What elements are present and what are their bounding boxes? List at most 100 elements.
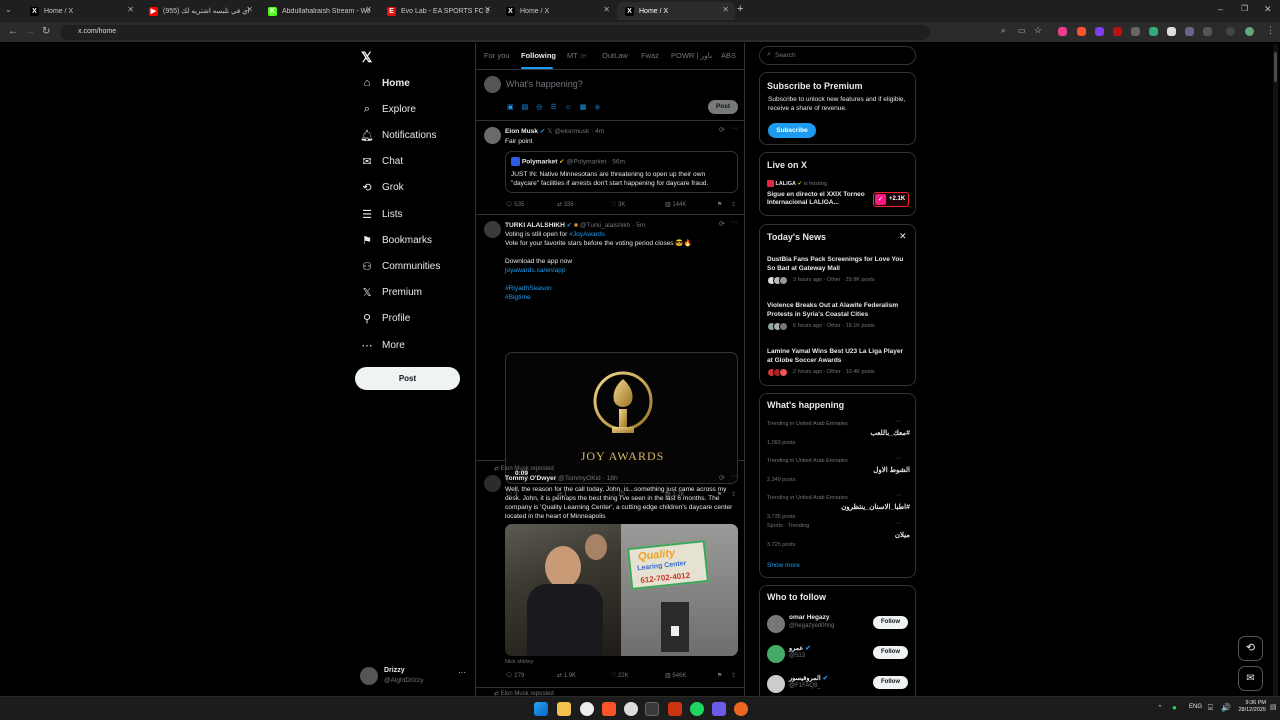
poll-icon[interactable]: ☰ — [550, 104, 564, 111]
show-more-link[interactable]: Show more — [767, 562, 800, 569]
live-card[interactable]: Live on X LALIGA ✔ is hosting Sigue en d… — [759, 152, 916, 216]
avatar[interactable] — [767, 645, 785, 663]
reply-button[interactable]: 🗨 535 — [505, 201, 524, 208]
trend-item[interactable]: Trending in United Arab Emirates ··· #اطبا… — [767, 492, 910, 525]
sidebar-item-chat[interactable]: ✉ Chat — [360, 151, 403, 171]
scrollbar-track[interactable] — [1273, 44, 1278, 696]
more-dots-icon[interactable]: ··· — [895, 492, 902, 499]
like-button[interactable]: ♡ 22K — [611, 672, 629, 679]
repost-button[interactable]: ⇄ 1.9K — [557, 672, 576, 679]
follow-item[interactable]: المروفيسور ✔ @F1FAQ8_ Follow — [760, 671, 917, 699]
tab-search-icon[interactable]: ⌄ — [5, 5, 12, 14]
language-indicator[interactable]: ENG — [1189, 704, 1202, 710]
reply-button[interactable]: 🗨 279 — [505, 672, 524, 679]
avatar[interactable] — [767, 675, 785, 693]
news-item[interactable]: Lamine Yamal Wins Best U23 La Liga Playe… — [767, 348, 910, 390]
x-logo-icon[interactable]: 𝕏 — [361, 49, 372, 66]
sidebar-item-grok[interactable]: ⟲ Grok — [360, 177, 403, 197]
post-button[interactable]: Post — [355, 367, 460, 390]
post-elon[interactable]: Elon Musk ✔ 𝕏 @elonmusk · 4m ⟳ ··· Fair … — [476, 121, 744, 215]
tab-close-icon[interactable]: ✕ — [246, 5, 253, 14]
restore-button[interactable]: ❐ — [1241, 4, 1248, 13]
scrollbar-thumb[interactable] — [1274, 52, 1277, 82]
tab-close-icon[interactable]: ✕ — [603, 5, 610, 14]
share-icon[interactable]: ⇪ — [731, 201, 736, 208]
clock[interactable]: 9:36 PM 28/12/2025 — [1236, 700, 1266, 714]
extension-icon[interactable] — [1113, 27, 1122, 36]
browser-tab[interactable]: X Home / X ✕ — [617, 2, 735, 20]
post-author[interactable]: Tommy O'Dwyer — [505, 475, 556, 482]
app-icon[interactable] — [624, 702, 638, 716]
post-tommy[interactable]: ⇄ Elon Musk reposted Tommy O'Dwyer @Tomm… — [476, 461, 744, 688]
hashtag-link[interactable]: #Bigtime — [505, 294, 531, 301]
grok-icon[interactable]: ⟳ — [719, 220, 725, 228]
avatar[interactable] — [767, 615, 785, 633]
zoom-icon[interactable]: ⌕ — [1001, 26, 1005, 36]
follow-item[interactable]: omar Hegazy @hegazyed0hng Follow — [760, 611, 917, 639]
quoted-post[interactable]: Polymarket ✔ @Polymarket · 56m JUST IN: … — [505, 151, 738, 193]
tab-powr[interactable]: POWR | باور — [671, 51, 712, 60]
close-window-button[interactable]: ✕ — [1264, 4, 1272, 15]
tray-chevron-icon[interactable]: ⌃ — [1157, 704, 1163, 712]
tab-mt[interactable]: MT 1H — [567, 51, 586, 60]
avatar[interactable] — [484, 221, 501, 238]
post-time[interactable]: 18h — [607, 475, 618, 482]
views-button[interactable]: ▥ 546K — [665, 672, 686, 679]
hashtag-link[interactable]: #JoyAwards — [569, 231, 605, 238]
views-button[interactable]: ▥ 144K — [665, 201, 686, 208]
messages-floating-button[interactable]: ✉ — [1238, 666, 1263, 691]
discord-icon[interactable] — [712, 702, 726, 716]
tab-close-icon[interactable]: ✕ — [484, 5, 491, 14]
new-tab-button[interactable]: + — [737, 3, 743, 15]
network-icon[interactable]: ⌸ — [1208, 703, 1213, 713]
extension-icon[interactable] — [1058, 27, 1067, 36]
sidebar-item-notifications[interactable]: 🔔︎ Notifications — [360, 125, 436, 145]
news-item[interactable]: DustBia Fans Pack Screenings for Love Yo… — [767, 256, 910, 298]
mic-icon[interactable]: ● — [1172, 703, 1177, 712]
tab-close-icon[interactable]: ✕ — [722, 5, 729, 14]
file-explorer-icon[interactable] — [557, 702, 571, 716]
notifications-icon[interactable]: ▤ — [1270, 703, 1277, 711]
browser-menu-icon[interactable]: ⋮ — [1266, 25, 1275, 36]
hashtag-link[interactable]: #RiyadhSeason — [505, 285, 552, 292]
cast-icon[interactable]: ▭ — [1018, 26, 1026, 35]
tab-abs[interactable]: ABS — [721, 51, 736, 60]
chrome-icon[interactable] — [580, 702, 594, 716]
like-button[interactable]: ♡ 3K — [611, 201, 625, 208]
forward-icon[interactable]: → — [25, 26, 35, 37]
more-dots-icon[interactable]: ··· — [895, 455, 902, 462]
extensions-puzzle-icon[interactable] — [1203, 27, 1212, 36]
grok-icon[interactable]: ◎ — [536, 104, 550, 111]
sidebar-item-explore[interactable]: ⌕ Explore — [360, 99, 416, 119]
sidebar-item-communities[interactable]: ⚇ Communities — [360, 256, 440, 276]
subscribe-button[interactable]: Subscribe — [768, 123, 816, 138]
follow-button[interactable]: Follow — [873, 616, 908, 629]
account-switcher[interactable]: Drizzy @AlghtDrizzy ··· — [358, 664, 468, 690]
more-dots-icon[interactable]: ··· — [895, 520, 902, 527]
browser-tab[interactable]: K Abdullahalraish Stream - Watch✕ — [260, 2, 378, 20]
browser-tab[interactable]: X Home / X ✕ — [22, 2, 140, 20]
post-time[interactable]: 5m — [636, 222, 645, 229]
back-icon[interactable]: ← — [8, 26, 18, 37]
star-icon[interactable]: ☆ — [1034, 25, 1042, 36]
grok-icon[interactable]: ⟳ — [719, 126, 725, 134]
post-time[interactable]: 4m — [595, 128, 604, 135]
follow-name[interactable]: عمرو ✔ — [789, 644, 811, 652]
extension-icon[interactable] — [1185, 27, 1194, 36]
tab-outlaw[interactable]: OutLaw — [602, 51, 628, 60]
bookmark-icon[interactable]: ⚑ — [717, 201, 722, 208]
more-dots-icon[interactable]: ··· — [731, 125, 738, 132]
follow-button[interactable]: Follow — [873, 676, 908, 689]
trend-item[interactable]: Trending in United Arab Emirates ··· #معك_… — [767, 418, 910, 451]
news-item[interactable]: Violence Breaks Out at Alawite Federalis… — [767, 302, 910, 344]
location-icon[interactable]: ◉ — [594, 104, 608, 111]
tab-fwaz[interactable]: Fwaz — [641, 51, 659, 60]
more-dots-icon[interactable]: ··· — [731, 219, 738, 226]
avatar[interactable] — [484, 475, 501, 492]
sidebar-item-premium[interactable]: 𝕏 Premium — [360, 282, 422, 302]
tab-following[interactable]: Following — [521, 51, 556, 60]
more-dots-icon[interactable]: ··· — [731, 473, 738, 480]
composer-post-button[interactable]: Post — [708, 100, 738, 114]
app-icon[interactable] — [734, 702, 748, 716]
schedule-icon[interactable]: ▦ — [580, 104, 595, 111]
